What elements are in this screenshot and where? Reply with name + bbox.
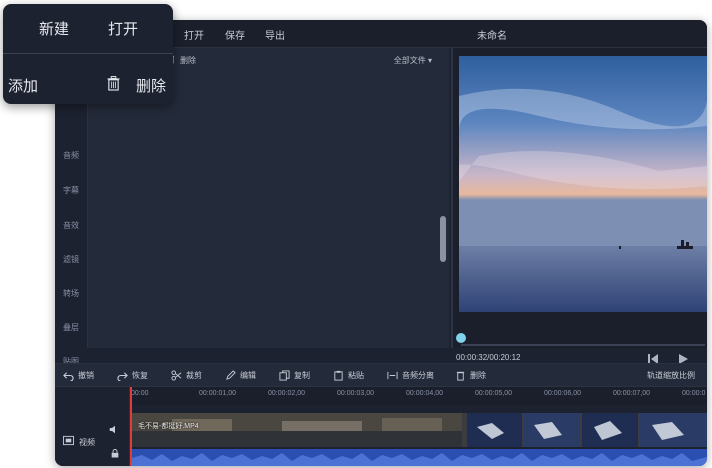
paste-label: 粘贴 [348, 371, 364, 380]
lock-icon[interactable] [111, 449, 119, 458]
video-clip[interactable]: 毛不易-都挺好.MP4 [132, 413, 707, 447]
popup-delete[interactable]: 删除 [136, 75, 166, 96]
redo-icon [117, 372, 128, 381]
tick-label: 00:00:0 [682, 390, 706, 397]
waveform-shape [132, 453, 707, 466]
tick-label: 00:00:06,00 [544, 390, 581, 397]
nav-item-filter[interactable]: 滤镜 [55, 254, 87, 265]
playback-progress-knob[interactable] [456, 333, 466, 343]
seascape-image [459, 56, 707, 312]
tick-label: 00:00:01,00 [199, 390, 236, 397]
popup-divider [3, 53, 173, 54]
audio-split-icon [387, 371, 398, 380]
menu-open[interactable]: 打开 [184, 27, 204, 42]
tick-label: 00:00:02,00 [268, 390, 305, 397]
nav-item-overlay[interactable]: 叠层 [55, 322, 87, 333]
edit-toolbar: 撤销 恢复 裁剪 编辑 复制 粘贴 音频分离 删除 轨道缩放比例 [55, 363, 707, 387]
paste-icon [334, 370, 343, 381]
tick-label: 00:00:03,00 [337, 390, 374, 397]
tick-label: 00:00:04,00 [406, 390, 443, 397]
crop-label: 裁剪 [186, 371, 202, 380]
media-vertical-scrollbar[interactable] [440, 216, 446, 262]
file-filter-dropdown[interactable]: 全部文件 ▾ [394, 55, 432, 66]
scissors-icon [171, 370, 182, 381]
track-zoom-ratio-button[interactable]: 轨道缩放比例 [647, 370, 695, 381]
redo-label: 恢复 [132, 371, 148, 380]
tick-label: 00:00:07,00 [613, 390, 650, 397]
trash-icon [456, 371, 465, 381]
clip-label: 毛不易-都挺好.MP4 [138, 423, 199, 430]
tick-label: 00:00 [131, 390, 149, 397]
tick-label: 00:00:05,00 [475, 390, 512, 397]
preview-panel [451, 48, 707, 348]
popup-open[interactable]: 打开 [108, 18, 138, 39]
timeline-ruler[interactable]: 00:00 00:00:01,00 00:00:02,00 00:00:03,0… [131, 387, 707, 405]
nav-item-audio[interactable]: 音频 [55, 150, 87, 161]
delete-label: 删除 [470, 371, 486, 380]
popup-add[interactable]: 添加 [8, 75, 38, 96]
nav-item-transition[interactable]: 转场 [55, 288, 87, 299]
delete-button[interactable]: 删除 [455, 370, 486, 381]
speaker-icon[interactable] [109, 425, 118, 434]
redo-button[interactable]: 恢复 [117, 370, 148, 381]
timeline: 视频 00:00 00:00:01,00 00:00:02,00 00:00:0… [55, 387, 707, 466]
copy-label: 复制 [294, 371, 310, 380]
menu-export[interactable]: 导出 [265, 27, 285, 42]
undo-button[interactable]: 撤销 [63, 370, 94, 381]
context-popup-menu: 新建 打开 添加 删除 [3, 4, 173, 104]
edit-label: 编辑 [240, 371, 256, 380]
menu-save[interactable]: 保存 [225, 27, 245, 42]
clip-thumbnails [132, 413, 707, 447]
trash-icon [107, 76, 120, 91]
video-track-header: 视频 [55, 387, 130, 466]
popup-new[interactable]: 新建 [39, 18, 69, 39]
document-title: 未命名 [477, 31, 507, 42]
paste-button[interactable]: 粘贴 [333, 370, 364, 381]
media-delete-label: 删除 [180, 56, 196, 65]
audio-waveform[interactable] [132, 449, 707, 466]
playhead[interactable] [130, 387, 132, 466]
media-delete-button[interactable]: 删除 [166, 54, 196, 66]
undo-icon [63, 372, 74, 381]
copy-button[interactable]: 复制 [279, 370, 310, 381]
nav-item-subtitle[interactable]: 字幕 [55, 185, 87, 196]
audio-split-label: 音频分离 [402, 371, 434, 380]
audio-split-button[interactable]: 音频分离 [387, 370, 434, 381]
timecode-display: 00:00:32/00:20:12 [456, 353, 521, 362]
video-track-icon [63, 435, 74, 446]
preview-video-frame [459, 56, 707, 312]
edit-button[interactable]: 编辑 [225, 370, 256, 381]
video-track-label: 视频 [79, 438, 95, 447]
nav-item-sound-effect[interactable]: 音效 [55, 220, 87, 231]
undo-label: 撤销 [78, 371, 94, 380]
pencil-icon [226, 370, 236, 380]
copy-icon [279, 370, 290, 381]
playback-progress-track[interactable] [461, 344, 705, 346]
crop-button[interactable]: 裁剪 [171, 370, 202, 381]
